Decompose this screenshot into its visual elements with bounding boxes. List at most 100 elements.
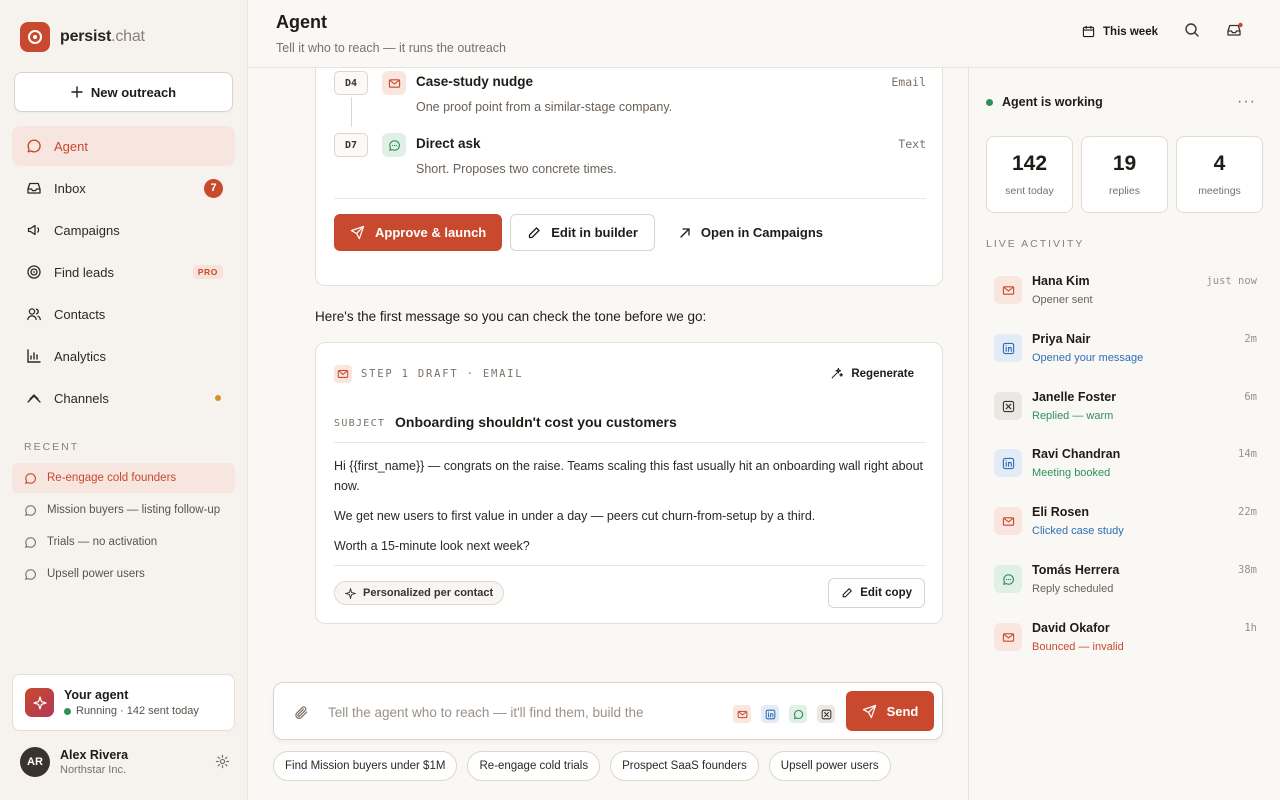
step-day: D4 — [334, 71, 368, 95]
activity-item[interactable]: Janelle Foster Replied — warm 6m — [994, 390, 1258, 440]
sparkle-wand-icon — [831, 367, 844, 379]
suggestion-chip[interactable]: Find Mission buyers under $1M — [273, 751, 458, 781]
recent-item[interactable]: Trials — no activation — [12, 527, 235, 557]
avatar: AR — [20, 747, 50, 777]
activity-status: Opened your message — [1032, 352, 1144, 364]
agent-message: Here's the first message so you can chec… — [315, 309, 707, 324]
email-channel-toggle-icon[interactable] — [733, 705, 751, 723]
step-name: Case-study nudge — [416, 74, 534, 89]
agent-card-status: Running · 142 sent today — [76, 705, 199, 717]
email-draft-card: STEP 1 DRAFT · EMAIL Regenerate SUBJECT … — [315, 342, 943, 624]
activity-name: Tomás Herrera — [1032, 563, 1120, 577]
email-icon — [334, 365, 352, 383]
timeline-connector — [351, 97, 352, 127]
email-body-paragraph: Hi {{first_name}} — congrats on the rais… — [334, 459, 923, 493]
send-icon — [862, 704, 876, 718]
activity-name: Ravi Chandran — [1032, 447, 1121, 461]
chat-bubble-icon — [25, 472, 36, 484]
nav-item-campaigns[interactable]: Campaigns — [12, 210, 235, 250]
recent-item[interactable]: Mission buyers — listing follow-up — [12, 495, 235, 525]
chat-bubble-icon — [26, 138, 42, 154]
stat-replies: 19 replies — [1081, 136, 1168, 213]
brand[interactable]: persist.chat — [20, 22, 145, 52]
suggestion-chip[interactable]: Upsell power users — [768, 751, 891, 781]
main-nav: Agent Inbox 7 Campaigns Find leads PRO C… — [12, 126, 235, 420]
suggestion-chips: Find Mission buyers under $1M Re-engage … — [273, 751, 891, 781]
live-activity-heading: LIVE ACTIVITY — [986, 238, 1085, 250]
megaphone-icon — [26, 222, 42, 238]
activity-status: Opener sent — [1032, 294, 1093, 306]
activity-panel: Agent is working ··· 142 sent today 19 r… — [968, 68, 1280, 800]
x-channel-toggle-icon[interactable] — [817, 705, 835, 723]
activity-status: Meeting booked — [1032, 467, 1111, 479]
nav-item-analytics[interactable]: Analytics — [12, 336, 235, 376]
divider — [334, 565, 926, 566]
nav-item-contacts[interactable]: Contacts — [12, 294, 235, 334]
stat-sent-today: 142 sent today — [986, 136, 1073, 213]
linkedin-channel-toggle-icon[interactable] — [761, 705, 779, 723]
suggestion-chip[interactable]: Re-engage cold trials — [467, 751, 601, 781]
send-button[interactable]: Send — [846, 691, 934, 731]
period-selector[interactable]: This week — [1082, 25, 1158, 38]
activity-time: 38m — [1238, 564, 1257, 576]
channels-status-dot — [215, 395, 221, 401]
activity-item[interactable]: Eli Rosen Clicked case study 22m — [994, 505, 1258, 555]
gear-icon[interactable] — [215, 754, 230, 772]
user-org: Northstar Inc. — [60, 764, 127, 776]
activity-item[interactable]: Priya Nair Opened your message 2m — [994, 332, 1258, 382]
user-profile[interactable]: AR Alex Rivera Northstar Inc. — [20, 746, 230, 778]
sparkle-icon — [345, 587, 356, 599]
approve-launch-button[interactable]: Approve & launch — [334, 214, 503, 251]
activity-item[interactable]: Tomás Herrera Reply scheduled 38m — [994, 563, 1258, 613]
step-description: One proof point from a similar-stage com… — [416, 100, 673, 114]
activity-time: 1h — [1244, 622, 1257, 634]
sequence-plan-card: D4 Case-study nudge One proof point from… — [315, 68, 943, 286]
step-channel-type: Email — [891, 75, 926, 89]
agent-working-status: Agent is working — [986, 95, 1103, 109]
text-channel-toggle-icon[interactable] — [789, 705, 807, 723]
calendar-icon — [1082, 25, 1095, 38]
search-icon[interactable] — [1184, 22, 1200, 41]
paperclip-icon[interactable] — [294, 705, 309, 723]
edit-copy-button[interactable]: Edit copy — [828, 578, 925, 608]
channels-icon — [26, 390, 42, 406]
nav-item-inbox[interactable]: Inbox 7 — [12, 168, 235, 208]
recent-item[interactable]: Upsell power users — [12, 559, 235, 589]
edit-in-builder-button[interactable]: Edit in builder — [510, 214, 655, 251]
step-name: Direct ask — [416, 136, 481, 151]
draft-header: STEP 1 DRAFT · EMAIL — [361, 368, 524, 380]
pencil-icon — [842, 588, 853, 598]
linkedin-icon — [994, 334, 1022, 362]
subject-label: SUBJECT — [334, 418, 386, 429]
more-options-icon[interactable]: ··· — [1237, 93, 1256, 111]
open-in-campaigns-link[interactable]: Open in Campaigns — [663, 214, 839, 251]
composer-input[interactable]: Tell the agent who to reach — it'll find… — [328, 705, 688, 720]
regenerate-button[interactable]: Regenerate — [830, 367, 914, 380]
step-channel-type: Text — [898, 137, 926, 151]
nav-item-channels[interactable]: Channels — [12, 378, 235, 418]
x-icon — [994, 392, 1022, 420]
page-title: Agent — [276, 12, 327, 32]
activity-status: Replied — warm — [1032, 410, 1114, 422]
activity-time: 14m — [1238, 448, 1257, 460]
activity-item[interactable]: David Okafor Bounced — invalid 1h — [994, 621, 1258, 671]
activity-item[interactable]: Ravi Chandran Meeting booked 14m — [994, 447, 1258, 497]
nav-item-find-leads[interactable]: Find leads PRO — [12, 252, 235, 292]
notifications-inbox-icon[interactable] — [1226, 22, 1244, 41]
divider — [334, 442, 926, 443]
agent-status-card[interactable]: Your agent Running · 142 sent today — [12, 674, 235, 731]
user-name: Alex Rivera — [60, 748, 129, 762]
email-icon — [994, 276, 1022, 304]
nav-item-agent[interactable]: Agent — [12, 126, 235, 166]
new-outreach-button[interactable]: New outreach — [14, 72, 233, 112]
activity-item[interactable]: Hana Kim Opener sent just now — [994, 274, 1258, 324]
arrow-up-right-icon — [680, 227, 690, 238]
page-header: Agent Tell it who to reach — it runs the… — [248, 0, 1280, 68]
activity-status: Reply scheduled — [1032, 583, 1114, 595]
suggestion-chip[interactable]: Prospect SaaS founders — [610, 751, 759, 781]
recent-item[interactable]: Re-engage cold founders — [12, 463, 235, 493]
activity-time: just now — [1206, 275, 1257, 287]
inbox-count-badge: 7 — [204, 178, 223, 198]
step-description: Short. Proposes two concrete times. — [416, 162, 617, 176]
divider — [334, 198, 926, 199]
